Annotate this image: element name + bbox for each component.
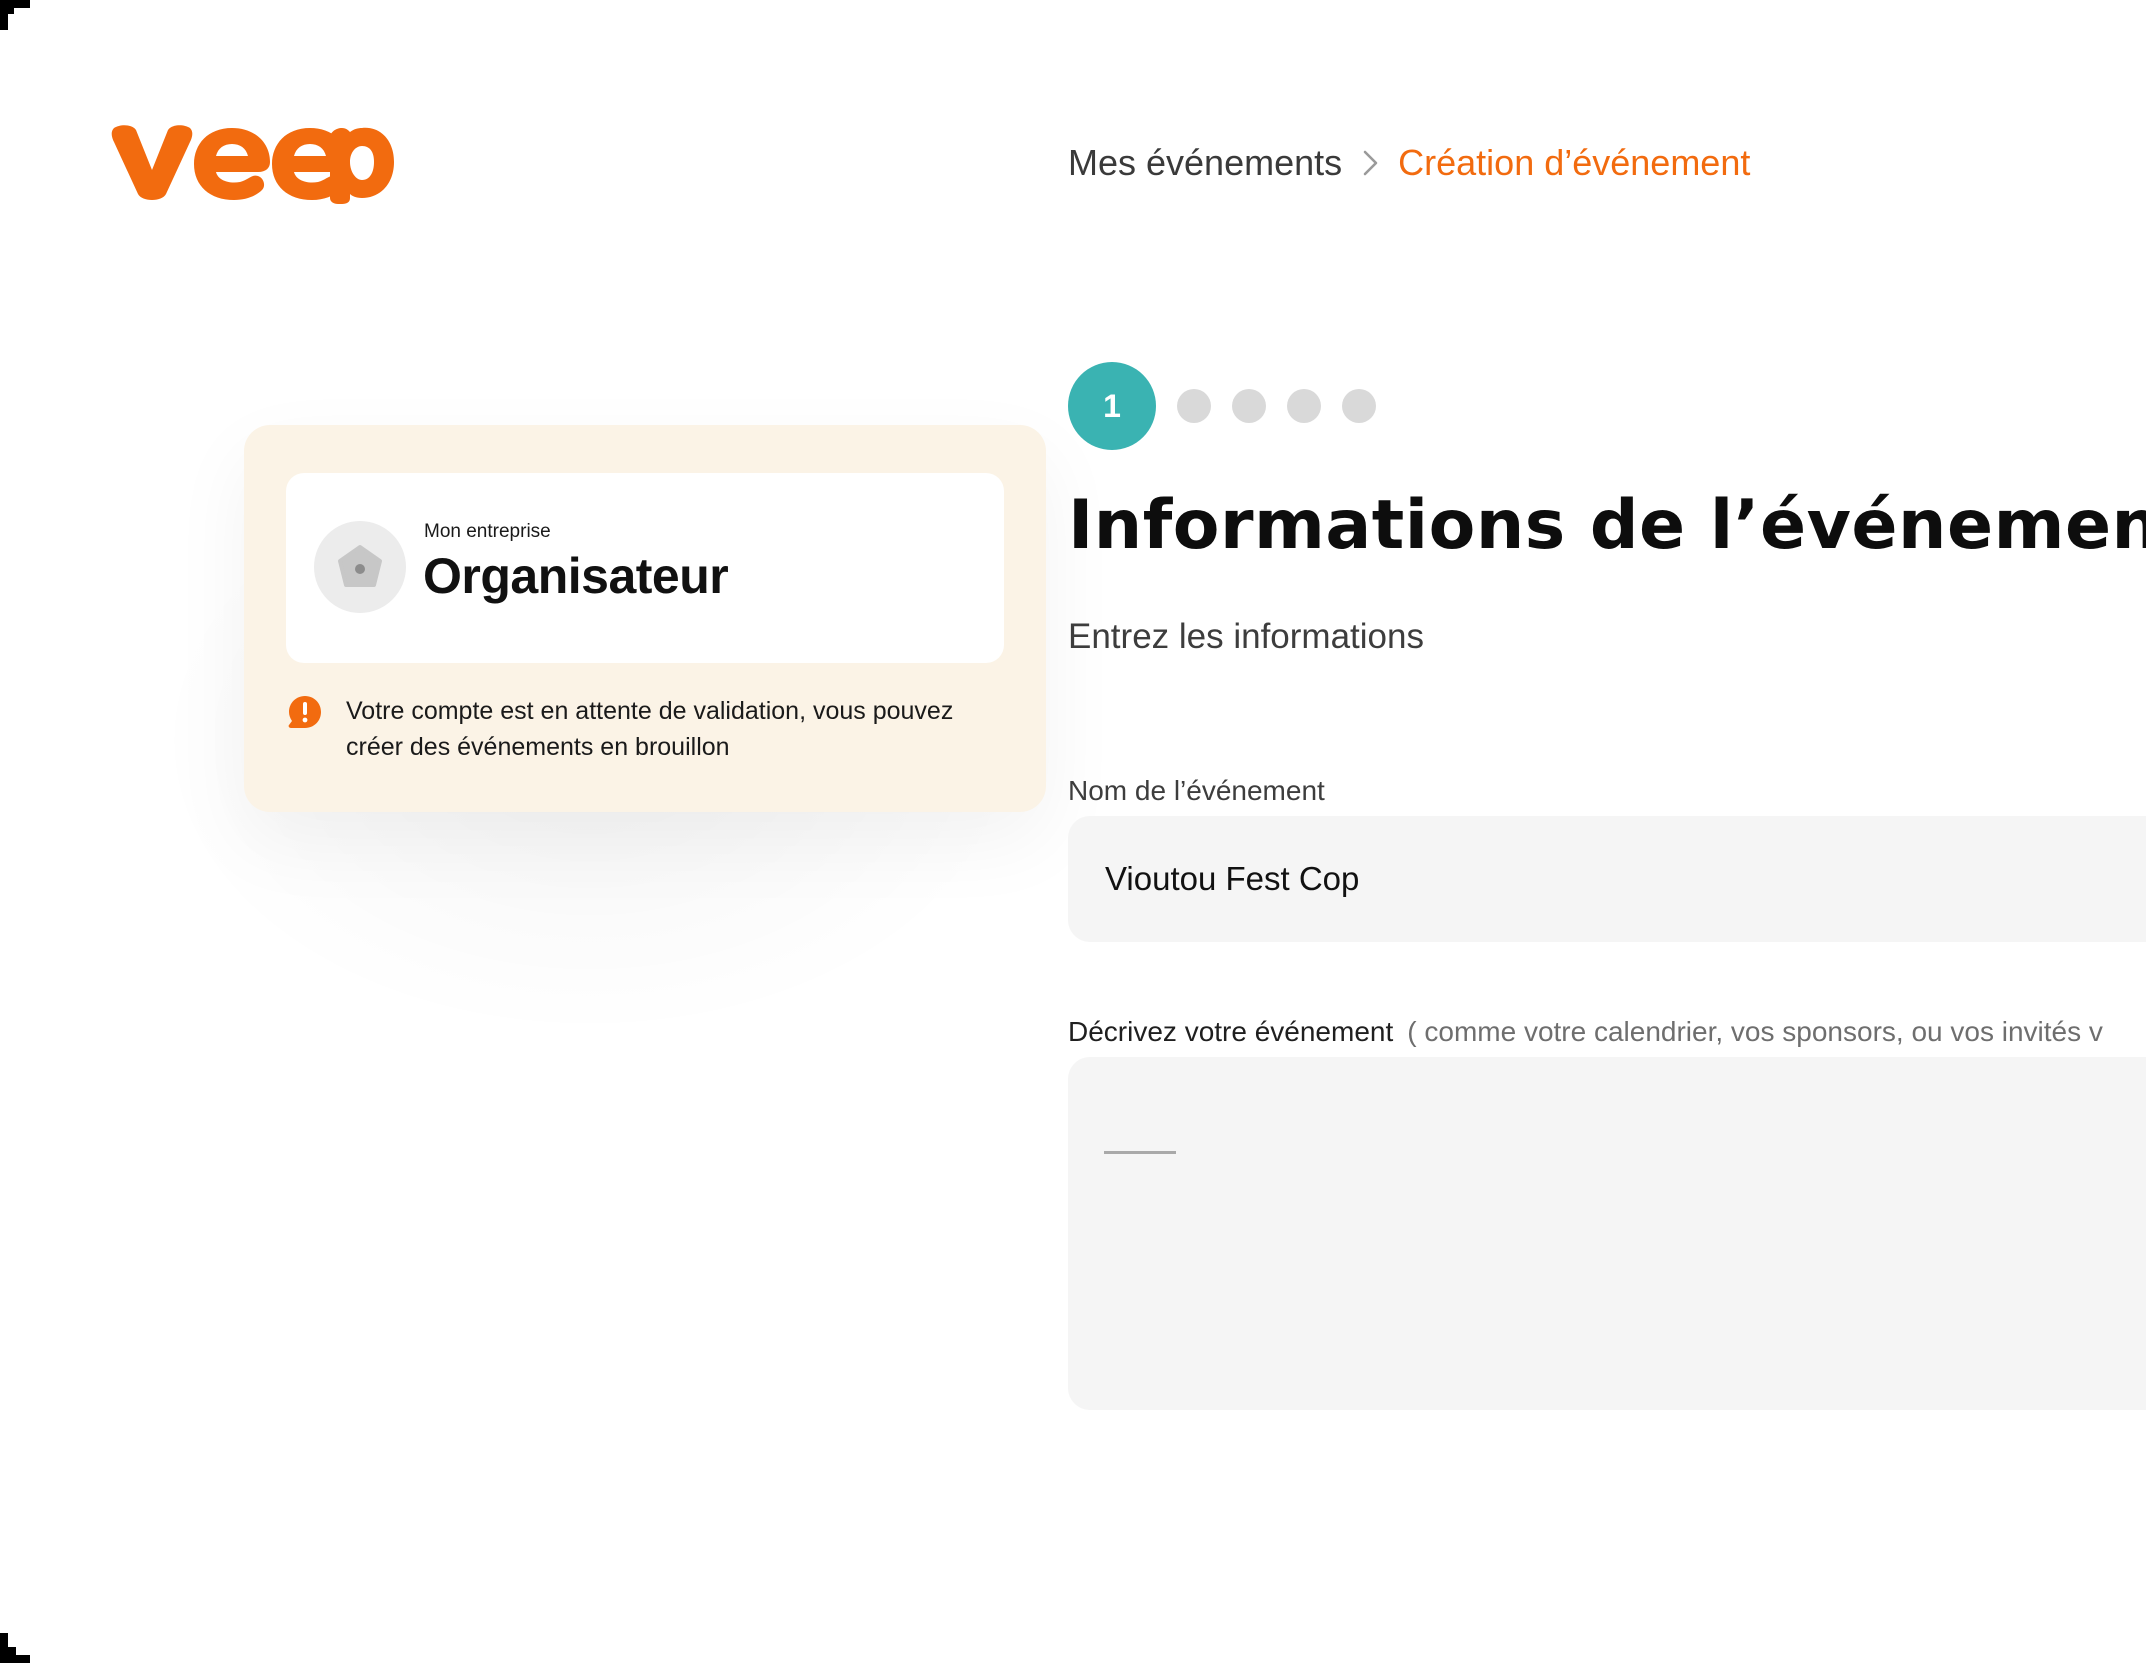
event-description-hint: ( comme votre calendrier, vos sponsors, … bbox=[1407, 1016, 2103, 1047]
event-name-input[interactable]: Vioutou Fest Cop bbox=[1068, 816, 2146, 942]
organizer-profile[interactable]: Mon entreprise Organisateur bbox=[286, 473, 1004, 663]
breadcrumb: Mes événements Création d’événement bbox=[1068, 142, 1750, 184]
breadcrumb-current: Création d’événement bbox=[1398, 142, 1751, 183]
organizer-card: Mon entreprise Organisateur Votre compte… bbox=[244, 425, 1046, 812]
validation-warning: Votre compte est en attente de validatio… bbox=[288, 693, 986, 765]
step-1-active[interactable]: 1 bbox=[1068, 362, 1156, 450]
event-description-label-text: Décrivez votre événement bbox=[1068, 1016, 1394, 1047]
form-title: Informations de l’événement bbox=[1068, 486, 2146, 565]
breadcrumb-mes-evenements-link[interactable]: Mes événements bbox=[1068, 142, 1342, 184]
step-3-dot[interactable] bbox=[1232, 389, 1266, 423]
page: Mes événements Création d’événement Mon … bbox=[0, 0, 2146, 1663]
step-5-dot[interactable] bbox=[1342, 389, 1376, 423]
organizer-company: Mon entreprise bbox=[424, 521, 551, 542]
form-subtitle: Entrez les informations bbox=[1068, 617, 1424, 656]
chevron-right-icon bbox=[1362, 148, 1380, 178]
event-name-label: Nom de l’événement bbox=[1068, 775, 1325, 806]
step-2-dot[interactable] bbox=[1177, 389, 1211, 423]
warning-icon bbox=[288, 696, 321, 728]
organizer-role: Organisateur bbox=[423, 548, 729, 604]
event-description-textarea[interactable] bbox=[1068, 1057, 2146, 1410]
stepper: 1 bbox=[1068, 362, 1376, 450]
company-icon bbox=[338, 545, 382, 587]
step-4-dot[interactable] bbox=[1287, 389, 1321, 423]
corner-mark-bottom-left bbox=[0, 1633, 30, 1663]
veep-logo[interactable] bbox=[110, 118, 395, 204]
warning-text: Votre compte est en attente de validatio… bbox=[346, 697, 954, 761]
event-description-label: Décrivez votre événement ( comme votre ca… bbox=[1068, 1016, 2103, 1048]
corner-mark-top-left bbox=[0, 0, 30, 30]
organizer-avatar bbox=[314, 521, 406, 613]
text-cursor-line bbox=[1104, 1151, 1176, 1154]
